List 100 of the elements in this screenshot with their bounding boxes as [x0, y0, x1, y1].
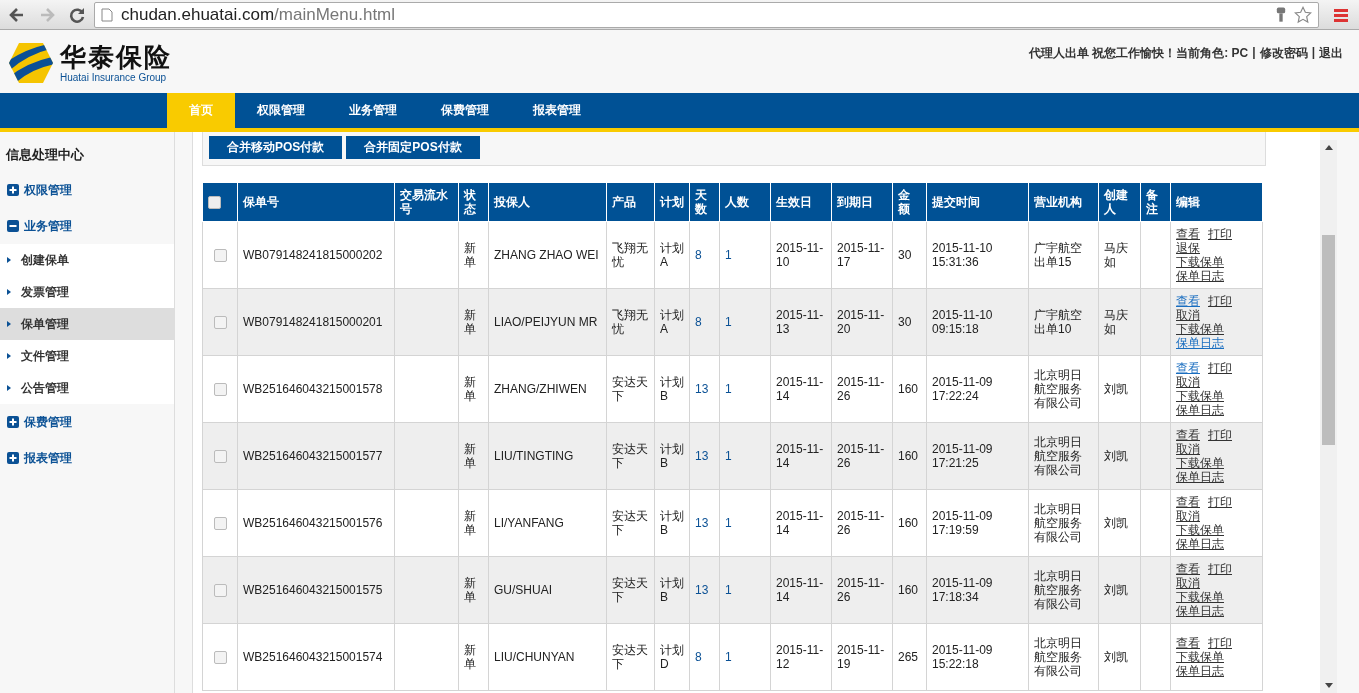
action-link[interactable]: 查看 [1176, 361, 1200, 375]
page-icon [101, 7, 113, 22]
action-link[interactable]: 取消 [1176, 308, 1200, 322]
action-link[interactable]: 取消 [1176, 375, 1200, 389]
action-link[interactable]: 保单日志 [1176, 604, 1224, 618]
action-link[interactable]: 取消 [1176, 576, 1200, 590]
sidebar-item[interactable]: 保单管理 [0, 308, 174, 340]
expand-icon[interactable] [7, 220, 19, 232]
table-cell: 北京明日航空服务有限公司 [1034, 502, 1082, 544]
table-cell: 2015-11-10 15:31:36 [932, 241, 993, 269]
menu-icon[interactable] [1333, 6, 1349, 23]
action-link[interactable]: 下载保单 [1176, 456, 1224, 470]
action-link[interactable]: 打印 [1208, 636, 1232, 650]
action-link[interactable]: 查看 [1176, 428, 1200, 442]
nav-tab[interactable]: 权限管理 [235, 93, 327, 128]
row-checkbox[interactable] [213, 584, 227, 598]
sidebar-item[interactable]: 发票管理 [0, 276, 174, 308]
table-cell: 8 [695, 650, 702, 664]
address-bar[interactable]: chudan.ehuatai.com/mainMenu.html [94, 1, 1319, 28]
table-cell: 2015-11-12 [776, 643, 824, 671]
table-cell: 8 [695, 248, 702, 262]
action-link[interactable]: 保单日志 [1176, 336, 1224, 350]
action-link[interactable]: 保单日志 [1176, 664, 1224, 678]
table-cell: 计划D [660, 643, 684, 671]
scrollbar-thumb[interactable] [1322, 235, 1335, 445]
sidebar-item[interactable]: 文件管理 [0, 340, 174, 372]
row-checkbox[interactable] [213, 316, 227, 330]
payment-button[interactable]: 合并移动POS付款 [209, 136, 343, 159]
table-cell: 2015-11-26 [837, 442, 885, 470]
expand-icon[interactable] [7, 452, 19, 464]
key-icon[interactable] [1276, 5, 1286, 24]
scroll-down-icon[interactable] [1324, 683, 1333, 688]
payment-button[interactable]: 合并固定POS付款 [346, 136, 480, 159]
action-link[interactable]: 查看 [1176, 495, 1200, 509]
table-cell: 新单 [464, 643, 476, 671]
scrollbar[interactable] [1320, 140, 1337, 693]
action-link[interactable]: 保单日志 [1176, 403, 1224, 417]
action-link[interactable]: 保单日志 [1176, 470, 1224, 484]
action-link[interactable]: 保单日志 [1176, 537, 1224, 551]
sidebar-group[interactable]: 报表管理 [24, 449, 72, 467]
action-link[interactable]: 查看 [1176, 227, 1200, 241]
header-link[interactable]: 退出 [1319, 45, 1343, 62]
action-link[interactable]: 查看 [1176, 294, 1200, 308]
sidebar-group[interactable]: 权限管理 [24, 181, 72, 199]
row-checkbox[interactable] [213, 249, 227, 263]
star-icon[interactable] [1294, 5, 1312, 24]
nav-tab[interactable]: 报表管理 [511, 93, 603, 128]
action-link[interactable]: 打印 [1208, 361, 1232, 375]
table-cell: 2015-11-09 17:22:24 [932, 375, 993, 403]
action-link[interactable]: 下载保单 [1176, 590, 1224, 604]
column-header: 到期日 [831, 182, 893, 222]
action-link[interactable]: 取消 [1176, 509, 1200, 523]
table-cell: 刘凯 [1104, 382, 1128, 396]
nav-tab[interactable]: 业务管理 [327, 93, 419, 128]
table-cell: 广宇航空出单15 [1034, 241, 1082, 269]
action-link[interactable]: 退保 [1176, 241, 1200, 255]
action-link[interactable]: 打印 [1208, 495, 1232, 509]
table-cell: 1 [725, 449, 732, 463]
action-link[interactable]: 打印 [1208, 227, 1232, 241]
action-link[interactable]: 保单日志 [1176, 269, 1224, 283]
sidebar-item[interactable]: 公告管理 [0, 372, 174, 404]
expand-icon[interactable] [7, 184, 19, 196]
table-cell: 安达天下 [612, 375, 648, 403]
table-cell: 安达天下 [612, 442, 648, 470]
greeting-text: 代理人出单 祝您工作愉快！当前角色: PC [1028, 45, 1249, 62]
table-cell: 2015-11-09 15:22:18 [932, 643, 993, 671]
action-link[interactable]: 取消 [1176, 442, 1200, 456]
action-link[interactable]: 查看 [1176, 636, 1200, 650]
expand-icon[interactable] [7, 416, 19, 428]
sidebar-item[interactable]: 创建保单 [0, 244, 174, 276]
action-link[interactable]: 下载保单 [1176, 255, 1224, 269]
nav-tab[interactable]: 保费管理 [419, 93, 511, 128]
row-checkbox[interactable] [213, 383, 227, 397]
action-link[interactable]: 下载保单 [1176, 322, 1224, 336]
action-link[interactable]: 打印 [1208, 294, 1232, 308]
action-link[interactable]: 查看 [1176, 562, 1200, 576]
row-checkbox[interactable] [213, 450, 227, 464]
table-cell: 265 [898, 650, 919, 664]
select-all-checkbox[interactable] [208, 196, 221, 210]
column-header: 营业机构 [1028, 182, 1099, 222]
row-checkbox[interactable] [213, 517, 227, 531]
sidebar-group[interactable]: 业务管理 [24, 217, 72, 235]
table-cell: 2015-11-26 [837, 576, 885, 604]
column-header: 编辑 [1170, 182, 1263, 222]
action-link[interactable]: 打印 [1208, 562, 1232, 576]
table-cell: 计划B [660, 509, 684, 537]
table-cell: 北京明日航空服务有限公司 [1034, 368, 1082, 410]
sidebar-group[interactable]: 保费管理 [24, 413, 72, 431]
action-link[interactable]: 打印 [1208, 428, 1232, 442]
table-cell: 13 [695, 382, 709, 396]
action-link[interactable]: 下载保单 [1176, 389, 1224, 403]
table-cell: 马庆如 [1104, 241, 1128, 269]
table-cell: WB251646043215001575 [243, 583, 383, 597]
action-link[interactable]: 下载保单 [1176, 523, 1224, 537]
table-cell: 2015-11-17 [837, 241, 885, 269]
scroll-up-icon[interactable] [1324, 145, 1333, 150]
table-cell: 马庆如 [1104, 308, 1128, 336]
header-link[interactable]: 修改密码 [1259, 45, 1308, 62]
action-link[interactable]: 下载保单 [1176, 650, 1224, 664]
row-checkbox[interactable] [213, 651, 227, 665]
